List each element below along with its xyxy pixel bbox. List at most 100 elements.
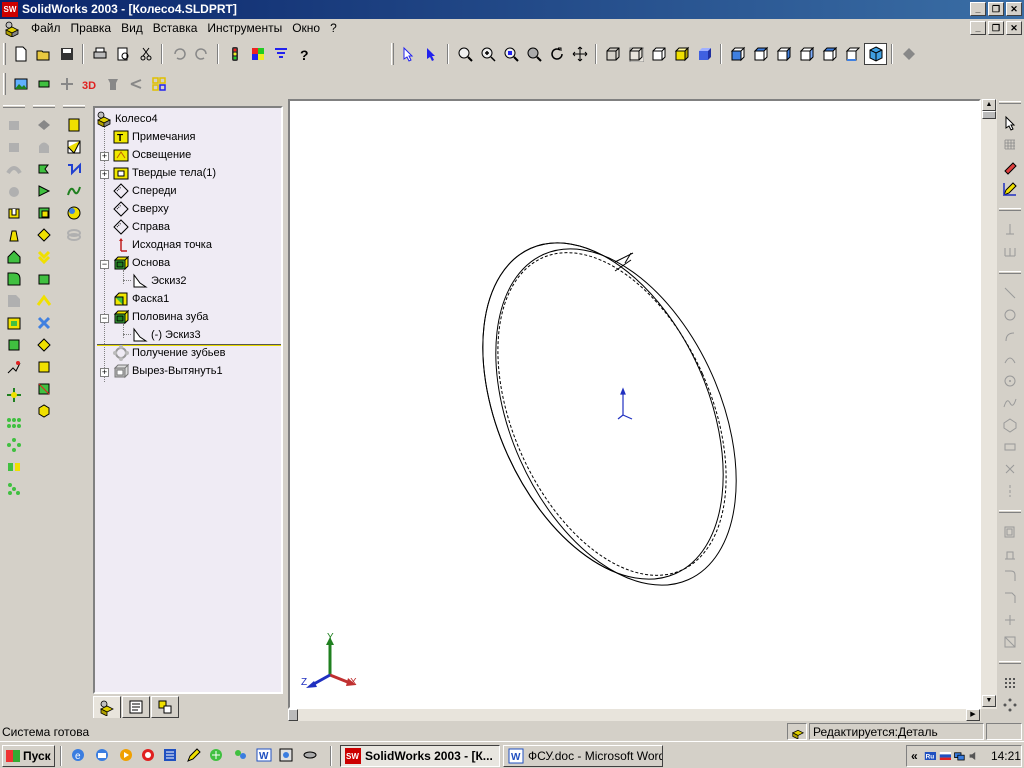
dimension-icon[interactable] [999, 241, 1021, 263]
view-back-icon[interactable] [749, 43, 772, 65]
composite-curve-icon[interactable] [33, 268, 55, 290]
collapse-base-toggle[interactable]: − [100, 260, 109, 269]
spline-sketch-icon[interactable] [999, 392, 1021, 414]
sketch-chamfer-icon[interactable] [999, 587, 1021, 609]
shaded-edges-icon[interactable] [670, 43, 693, 65]
grid-icon[interactable] [999, 134, 1021, 156]
horizontal-scrollbar[interactable]: ▶ [288, 709, 981, 721]
rectangle-sketch-icon[interactable] [999, 436, 1021, 458]
feature-works-icon[interactable] [124, 73, 147, 95]
curve-through-points-icon[interactable] [33, 290, 55, 312]
explode-icon[interactable] [55, 73, 78, 95]
offset-surface-icon[interactable] [33, 378, 55, 400]
line-icon[interactable] [999, 282, 1021, 304]
linear-pattern-icon[interactable] [3, 412, 25, 434]
toolbar-grip[interactable] [999, 271, 1021, 274]
extruded-surface-icon[interactable] [33, 312, 55, 334]
toolbox-icon[interactable] [147, 73, 170, 95]
expand-lighting-toggle[interactable]: + [100, 152, 109, 161]
scroll-right-button[interactable]: ▶ [966, 709, 980, 721]
extruded-cut-icon[interactable] [33, 114, 55, 136]
language-icon[interactable]: Ru [924, 748, 937, 764]
doc-close-button[interactable]: ✕ [1006, 21, 1022, 35]
tree-item-base-extrude[interactable]: Основа [113, 254, 170, 271]
tree-item-annotations[interactable]: T Примечания [113, 128, 196, 145]
view-orientation-icon[interactable] [897, 43, 920, 65]
drive-icon[interactable] [302, 747, 318, 763]
outlook-express-icon[interactable] [94, 747, 110, 763]
toolbar-grip[interactable] [999, 208, 1021, 211]
tree-item-origin[interactable]: Исходная точка [113, 236, 212, 253]
wireframe-icon[interactable] [601, 43, 624, 65]
select-filter-icon[interactable] [420, 43, 443, 65]
tab-feature-manager[interactable] [93, 696, 121, 718]
undo-icon[interactable] [167, 43, 190, 65]
tree-item-front-plane[interactable]: Спереди [113, 182, 177, 199]
meeting-icon[interactable] [101, 73, 124, 95]
view-isometric-icon[interactable] [864, 42, 887, 65]
view-bottom-icon[interactable] [841, 43, 864, 65]
toolbar-grip[interactable] [391, 42, 394, 65]
revolve-boss-icon[interactable] [3, 136, 25, 158]
scroll-down-button[interactable]: ▼ [982, 695, 996, 707]
polygon-icon[interactable] [999, 414, 1021, 436]
hidden-lines-removed-icon[interactable] [647, 43, 670, 65]
close-button[interactable]: ✕ [1006, 2, 1022, 16]
save-icon[interactable] [55, 43, 78, 65]
tree-item-sketch2[interactable]: Эскиз2 [132, 272, 187, 289]
extrude-boss-icon[interactable] [3, 114, 25, 136]
spline-icon[interactable] [63, 180, 85, 202]
rib-icon[interactable] [3, 246, 25, 268]
scroll-up-button[interactable]: ▲ [982, 99, 996, 111]
hole-icon[interactable] [3, 312, 25, 334]
menu-view[interactable]: Вид [116, 21, 148, 36]
tree-item-cut-extrude1[interactable]: Вырез-Вытянуть1 [113, 362, 223, 379]
zoom-selection-icon[interactable] [499, 43, 522, 65]
split-line-icon[interactable] [33, 202, 55, 224]
tab-configuration-manager[interactable] [151, 696, 179, 718]
project-curve-icon[interactable] [33, 224, 55, 246]
cut-icon[interactable] [134, 43, 157, 65]
flag-icon[interactable] [939, 748, 952, 764]
zoom-in-icon[interactable] [476, 43, 499, 65]
circular-sketch-pattern-icon[interactable] [999, 694, 1021, 716]
menu-help[interactable]: ? [325, 21, 342, 36]
messenger-icon[interactable] [232, 747, 248, 763]
toolbar-grip[interactable] [999, 101, 1021, 104]
view-top-icon[interactable] [818, 43, 841, 65]
point-icon[interactable] [999, 458, 1021, 480]
sketch-fillet-icon[interactable] [999, 565, 1021, 587]
new-icon[interactable] [9, 43, 32, 65]
swept-surface-icon[interactable] [33, 356, 55, 378]
toolbar-grip[interactable] [3, 105, 25, 108]
view-front-icon[interactable] [726, 43, 749, 65]
expand-solid-bodies-toggle[interactable]: + [100, 170, 109, 179]
doc-restore-button[interactable]: ❐ [988, 21, 1004, 35]
model-view[interactable] [290, 101, 979, 707]
total-commander-icon[interactable] [162, 747, 178, 763]
select-icon[interactable] [397, 43, 420, 65]
reference-axis-icon[interactable] [63, 136, 85, 158]
toolbar-grip[interactable] [3, 42, 6, 65]
redo-icon[interactable] [190, 43, 213, 65]
explorer-icon[interactable] [278, 747, 294, 763]
rotate-view-icon[interactable] [545, 43, 568, 65]
task-solidworks[interactable]: SW SolidWorks 2003 - [К... [340, 745, 500, 767]
view-left-icon[interactable] [772, 43, 795, 65]
solidworks-app-icon[interactable]: SW [2, 2, 18, 17]
minimize-button[interactable]: _ [970, 2, 986, 16]
start-button[interactable]: Пуск [2, 745, 55, 767]
doc-minimize-button[interactable]: _ [970, 21, 986, 35]
network-tray-icon[interactable] [953, 748, 966, 764]
helix-icon[interactable] [33, 246, 55, 268]
shell-icon[interactable] [3, 202, 25, 224]
instant-3d-icon[interactable] [63, 202, 85, 224]
options-icon[interactable] [269, 43, 292, 65]
print-icon[interactable] [88, 43, 111, 65]
clock[interactable]: 14:21 [991, 749, 1021, 763]
mirror-icon[interactable] [3, 456, 25, 478]
open-icon[interactable] [32, 43, 55, 65]
select-arrow-icon[interactable] [999, 112, 1021, 134]
tree-item-chamfer1[interactable]: Фаска1 [113, 290, 169, 307]
zoom-dynamic-icon[interactable] [522, 43, 545, 65]
